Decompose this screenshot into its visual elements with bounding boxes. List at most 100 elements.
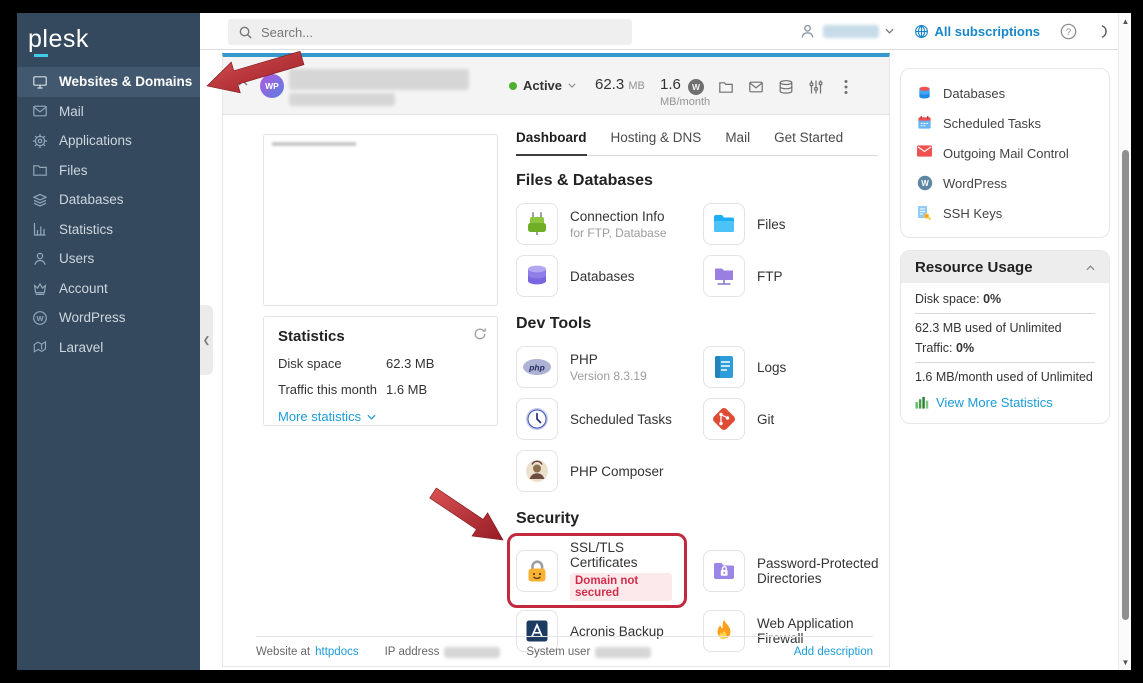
view-more-statistics-link[interactable]: View More Statistics xyxy=(915,395,1095,410)
ftp-icon xyxy=(703,255,745,297)
ssl-lock-icon xyxy=(516,550,558,592)
dark-mode-moon-icon[interactable] xyxy=(1093,24,1108,39)
git-icon xyxy=(703,398,745,440)
search-icon xyxy=(238,25,253,40)
user-icon[interactable] xyxy=(799,23,816,40)
tool-php[interactable]: phpPHPVersion 8.3.19 xyxy=(516,344,651,390)
tool-files[interactable]: Files xyxy=(703,201,790,247)
site-preview[interactable] xyxy=(263,134,498,306)
database-icon[interactable] xyxy=(777,78,795,96)
tool-sublabel: Version 8.3.19 xyxy=(570,369,647,383)
sidebar-item-databases[interactable]: Databases xyxy=(17,185,200,215)
sidebar-item-wordpress[interactable]: WWordPress xyxy=(17,303,200,333)
scrollbar-thumb[interactable] xyxy=(1122,150,1129,620)
traffic-percent-label: Traffic: 0% xyxy=(915,341,1095,355)
tool-connection-info[interactable]: Connection Infofor FTP, Database xyxy=(516,201,671,247)
search-input[interactable] xyxy=(261,25,622,40)
quicklink-ssh-keys[interactable]: SSH Keys xyxy=(901,198,1109,228)
redacted-system-user xyxy=(595,647,651,658)
system-user-label: System user xyxy=(526,646,590,658)
sidebar-item-statistics[interactable]: Statistics xyxy=(17,215,200,245)
sidebar-item-label: Statistics xyxy=(59,222,113,237)
envelope-icon[interactable] xyxy=(747,78,765,96)
sidebar-item-websites-domains[interactable]: Websites & Domains xyxy=(17,67,200,97)
help-icon[interactable]: ? xyxy=(1060,23,1077,40)
quicklink-databases[interactable]: Databases xyxy=(901,78,1109,108)
vertical-scrollbar[interactable]: ▲ ▼ xyxy=(1118,13,1131,670)
ssh-key-icon xyxy=(917,205,933,221)
status-dropdown[interactable]: Active xyxy=(509,78,576,93)
db-red-icon xyxy=(917,85,933,101)
httpdocs-link[interactable]: httpdocs xyxy=(315,646,358,658)
sidebar-item-label: Applications xyxy=(59,133,132,148)
chevron-down-icon xyxy=(367,414,376,420)
protected-folder-icon xyxy=(703,550,745,592)
sidebar-item-users[interactable]: Users xyxy=(17,244,200,274)
more-statistics-link[interactable]: More statistics xyxy=(278,409,483,424)
chevron-down-icon[interactable] xyxy=(885,28,894,34)
layers-icon xyxy=(32,192,48,208)
sidebar-item-applications[interactable]: Applications xyxy=(17,126,200,156)
add-description-link[interactable]: Add description xyxy=(794,646,873,658)
wordpress-gray-icon[interactable]: W xyxy=(687,78,705,96)
resource-usage-title: Resource Usage xyxy=(915,259,1033,276)
tab-mail[interactable]: Mail xyxy=(725,130,750,155)
globe-icon[interactable] xyxy=(914,24,929,39)
sidebar-item-laravel[interactable]: Laravel xyxy=(17,333,200,363)
redacted-ip-address xyxy=(444,647,500,658)
collapse-chevron-up-icon[interactable] xyxy=(238,80,248,86)
traffic-usage-metric: 1.6 xyxy=(660,76,681,93)
tool-scheduled-tasks[interactable]: Scheduled Tasks xyxy=(516,396,676,442)
domain-action-icons: W xyxy=(687,78,855,96)
sliders-icon[interactable] xyxy=(807,78,825,96)
section-title-dev-tools: Dev Tools xyxy=(516,315,878,333)
chart-icon xyxy=(32,221,48,237)
tool-label: Connection Info xyxy=(570,209,667,224)
section-title-files-databases: Files & Databases xyxy=(516,172,878,190)
disk-usage-metric: 62.3 MB xyxy=(595,76,645,93)
sidebar-collapse-handle[interactable]: ❮ xyxy=(200,305,213,375)
logs-icon xyxy=(703,346,745,388)
search-box[interactable] xyxy=(228,19,632,45)
domain-card-footer: Website at httpdocs IP address System us… xyxy=(256,636,873,658)
right-panel: DatabasesScheduled TasksOutgoing Mail Co… xyxy=(900,68,1110,424)
all-subscriptions-link[interactable]: All subscriptions xyxy=(935,24,1040,39)
kebab-icon[interactable] xyxy=(837,78,855,96)
domain-not-secured-badge: Domain not secured xyxy=(570,573,672,601)
tool-label: SSL/TLS Certificates xyxy=(570,540,672,570)
scroll-down-arrow[interactable]: ▼ xyxy=(1119,655,1132,669)
sidebar-item-files[interactable]: Files xyxy=(17,156,200,186)
tab-hosting-dns[interactable]: Hosting & DNS xyxy=(611,130,702,155)
tool-label: PHP xyxy=(570,352,647,367)
tool-logs[interactable]: Logs xyxy=(703,344,790,390)
disk-progress-track xyxy=(915,313,1095,314)
sidebar: plesk Websites & DomainsMail Applications… xyxy=(17,13,200,670)
databases-purple-icon xyxy=(516,255,558,297)
disk-space-percent-label: Disk space: 0% xyxy=(915,292,1095,306)
quicklink-wordpress[interactable]: WWordPress xyxy=(901,168,1109,198)
tool-php-composer[interactable]: PHP Composer xyxy=(516,448,668,494)
folder-outline-icon[interactable] xyxy=(717,78,735,96)
chevron-up-icon xyxy=(1086,265,1095,271)
tool-password-protected-directories[interactable]: Password-Protected Directories xyxy=(703,539,883,602)
tool-ftp[interactable]: FTP xyxy=(703,253,787,299)
tool-grid: Connection Infofor FTP, Database Files Dat… xyxy=(516,201,878,299)
dashboard-column: Dashboard Hosting & DNS Mail Get Started Fi… xyxy=(516,130,878,654)
wordpress-blue-icon: W xyxy=(917,175,933,191)
tool-databases[interactable]: Databases xyxy=(516,253,639,299)
plesk-logo[interactable]: plesk xyxy=(28,25,89,54)
refresh-icon[interactable] xyxy=(473,327,487,341)
sidebar-item-account[interactable]: Account xyxy=(17,274,200,304)
left-column: Statistics Disk space 62.3 MB Traffic th… xyxy=(263,134,498,426)
tool-ssl-tls-certificates[interactable]: SSL/TLS Certificates Domain not secured xyxy=(507,533,687,608)
resource-usage-header[interactable]: Resource Usage xyxy=(901,251,1109,283)
tool-git[interactable]: Git xyxy=(703,396,778,442)
quicklink-outgoing-mail-control[interactable]: Outgoing Mail Control xyxy=(901,138,1109,168)
sidebar-item-mail[interactable]: Mail xyxy=(17,97,200,127)
scroll-up-arrow[interactable]: ▲ xyxy=(1119,14,1132,28)
tab-dashboard[interactable]: Dashboard xyxy=(516,130,587,156)
chevron-left-icon: ❮ xyxy=(203,335,211,346)
tab-get-started[interactable]: Get Started xyxy=(774,130,843,155)
quicklink-scheduled-tasks[interactable]: Scheduled Tasks xyxy=(901,108,1109,138)
redacted-username[interactable] xyxy=(823,25,879,38)
